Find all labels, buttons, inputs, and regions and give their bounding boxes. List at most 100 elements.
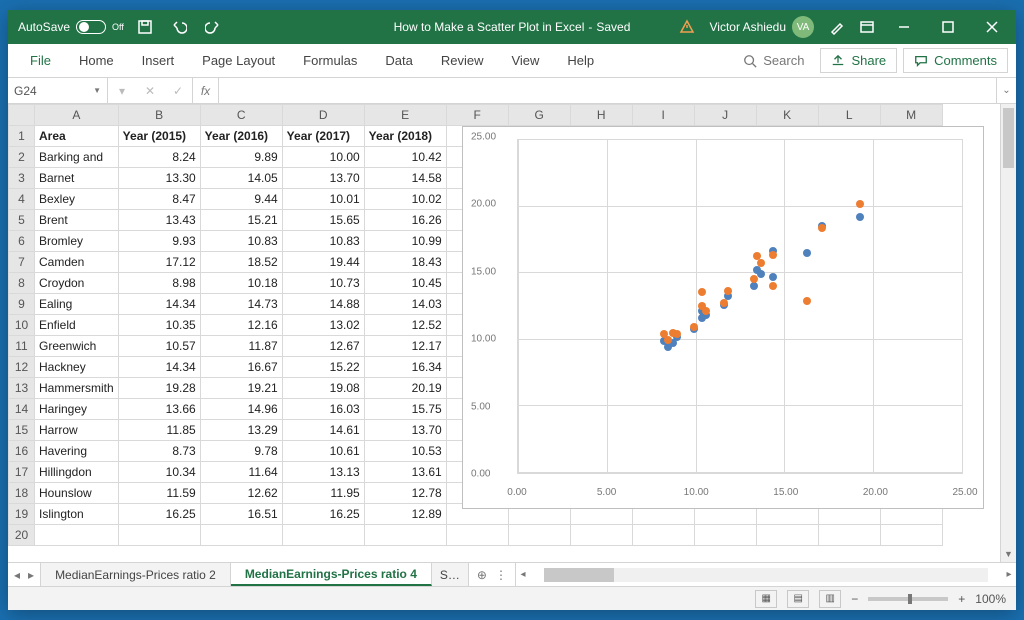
header-cell[interactable]: Year (2017) (282, 126, 364, 147)
cell-value[interactable]: 10.53 (364, 441, 446, 462)
cell-value[interactable]: 8.24 (118, 147, 200, 168)
formula-input[interactable] (219, 78, 996, 103)
cell-value[interactable]: 15.65 (282, 210, 364, 231)
cell-value[interactable]: 10.18 (200, 273, 282, 294)
cell-value[interactable]: 14.03 (364, 294, 446, 315)
cell[interactable] (632, 525, 694, 546)
cell-value[interactable]: 13.70 (364, 420, 446, 441)
cell-value[interactable]: 10.00 (282, 147, 364, 168)
draw-icon[interactable] (824, 14, 850, 40)
autosave-toggle[interactable]: AutoSave Off (18, 20, 124, 34)
share-button[interactable]: Share (820, 48, 897, 73)
minimize-button[interactable] (884, 10, 924, 44)
cell-value[interactable]: 10.61 (282, 441, 364, 462)
cell[interactable] (446, 525, 508, 546)
cell-value[interactable]: 12.52 (364, 315, 446, 336)
cell-value[interactable]: 9.93 (118, 231, 200, 252)
cell-area[interactable]: Bexley (35, 189, 119, 210)
cell-area[interactable]: Barnet (35, 168, 119, 189)
cell-value[interactable]: 9.44 (200, 189, 282, 210)
normal-view-icon[interactable]: ▦ (755, 590, 777, 608)
col-header-L[interactable]: L (818, 105, 880, 126)
cell-value[interactable]: 12.16 (200, 315, 282, 336)
cell-value[interactable]: 10.42 (364, 147, 446, 168)
cell-value[interactable]: 16.67 (200, 357, 282, 378)
cell[interactable] (118, 525, 200, 546)
col-header-F[interactable]: F (446, 105, 508, 126)
cell-value[interactable]: 13.61 (364, 462, 446, 483)
cell-value[interactable]: 10.83 (282, 231, 364, 252)
cell-value[interactable]: 15.75 (364, 399, 446, 420)
confirm-icon[interactable]: ✓ (164, 84, 192, 98)
row-header-10[interactable]: 10 (9, 315, 35, 336)
cell-area[interactable]: Haringey (35, 399, 119, 420)
cell-value[interactable]: 20.19 (364, 378, 446, 399)
cell-value[interactable]: 13.13 (282, 462, 364, 483)
cell[interactable] (364, 525, 446, 546)
cell-value[interactable]: 8.98 (118, 273, 200, 294)
cell-area[interactable]: Hackney (35, 357, 119, 378)
cell-value[interactable]: 14.73 (200, 294, 282, 315)
header-cell[interactable]: Year (2018) (364, 126, 446, 147)
cell-value[interactable]: 19.08 (282, 378, 364, 399)
row-header-11[interactable]: 11 (9, 336, 35, 357)
cell-value[interactable]: 10.45 (364, 273, 446, 294)
autosave-switch[interactable] (76, 20, 106, 34)
ribbon-tab-home[interactable]: Home (65, 44, 128, 77)
col-header-I[interactable]: I (632, 105, 694, 126)
ribbon-tab-view[interactable]: View (497, 44, 553, 77)
row-header-3[interactable]: 3 (9, 168, 35, 189)
cell-area[interactable]: Harrow (35, 420, 119, 441)
cell-area[interactable]: Camden (35, 252, 119, 273)
col-header-B[interactable]: B (118, 105, 200, 126)
row-header-7[interactable]: 7 (9, 252, 35, 273)
zoom-slider[interactable] (868, 597, 948, 601)
cell-value[interactable]: 10.34 (118, 462, 200, 483)
row-header-8[interactable]: 8 (9, 273, 35, 294)
cell-value[interactable]: 19.21 (200, 378, 282, 399)
cell-value[interactable]: 14.61 (282, 420, 364, 441)
cell-value[interactable]: 16.25 (118, 504, 200, 525)
vertical-scrollbar[interactable]: ▲ ▼ (1000, 104, 1016, 562)
cell-value[interactable]: 14.34 (118, 294, 200, 315)
ribbon-tab-review[interactable]: Review (427, 44, 498, 77)
ribbon-display-icon[interactable] (854, 14, 880, 40)
row-header-15[interactable]: 15 (9, 420, 35, 441)
tab-nav[interactable]: ◂▸ (8, 563, 41, 586)
scroll-down-icon[interactable]: ▼ (1001, 546, 1016, 562)
cell-value[interactable]: 19.44 (282, 252, 364, 273)
cell-value[interactable]: 10.57 (118, 336, 200, 357)
cell-value[interactable]: 13.66 (118, 399, 200, 420)
search-box[interactable]: Search (733, 53, 814, 68)
cell[interactable] (35, 525, 119, 546)
row-header-6[interactable]: 6 (9, 231, 35, 252)
cell-value[interactable]: 15.22 (282, 357, 364, 378)
col-header-G[interactable]: G (508, 105, 570, 126)
cell[interactable] (570, 525, 632, 546)
col-header-E[interactable]: E (364, 105, 446, 126)
cell-value[interactable]: 14.58 (364, 168, 446, 189)
cell-value[interactable]: 11.87 (200, 336, 282, 357)
user-account[interactable]: Victor Ashiedu VA (704, 16, 821, 38)
row-header-9[interactable]: 9 (9, 294, 35, 315)
redo-icon[interactable] (200, 14, 226, 40)
ribbon-tab-insert[interactable]: Insert (128, 44, 189, 77)
cell-value[interactable]: 15.21 (200, 210, 282, 231)
header-cell[interactable]: Area (35, 126, 119, 147)
row-header-20[interactable]: 20 (9, 525, 35, 546)
hscroll-thumb[interactable] (544, 568, 614, 582)
cell-value[interactable]: 16.51 (200, 504, 282, 525)
header-cell[interactable]: Year (2016) (200, 126, 282, 147)
cancel-icon[interactable]: ✕ (136, 84, 164, 98)
cell-value[interactable]: 9.89 (200, 147, 282, 168)
scroll-left-icon[interactable]: ◂ (516, 569, 530, 580)
new-sheet-icon[interactable]: ⊕ (477, 568, 487, 582)
cell-value[interactable]: 14.96 (200, 399, 282, 420)
cell-value[interactable]: 12.62 (200, 483, 282, 504)
sheet-list-icon[interactable]: ⋮ (495, 568, 507, 582)
col-header-C[interactable]: C (200, 105, 282, 126)
cell[interactable] (200, 525, 282, 546)
row-header-18[interactable]: 18 (9, 483, 35, 504)
row-header-1[interactable]: 1 (9, 126, 35, 147)
cell-value[interactable]: 12.17 (364, 336, 446, 357)
